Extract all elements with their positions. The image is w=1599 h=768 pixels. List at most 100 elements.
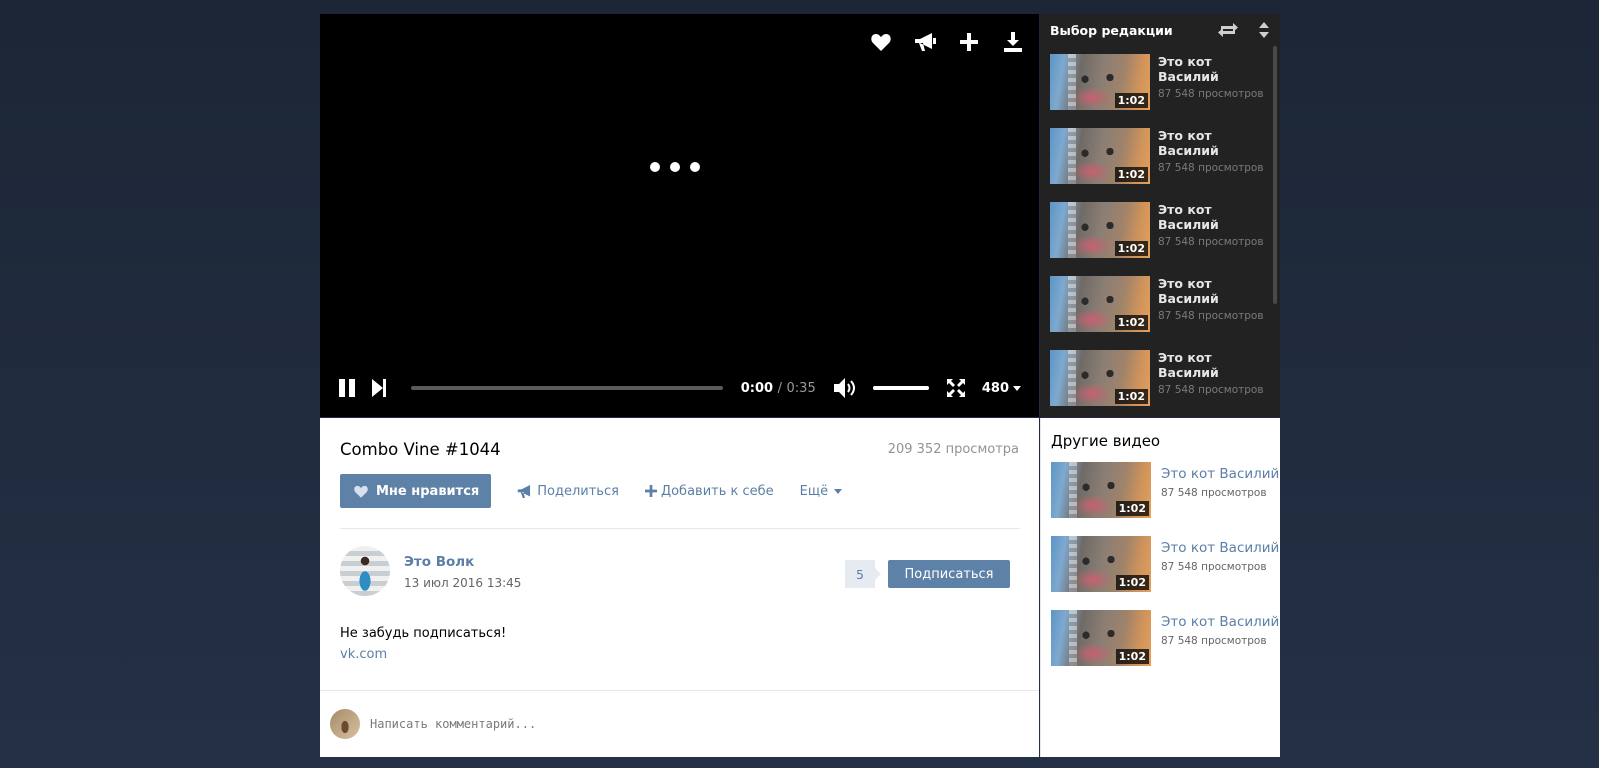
video-thumbnail: 1:02: [1050, 350, 1150, 406]
editor-pick-item[interactable]: 1:02 Это кот Василий 87 548 просмотров: [1050, 350, 1270, 408]
duration-badge: 1:02: [1115, 649, 1149, 664]
other-video-item[interactable]: 1:02 Это кот Василий 87 548 просмотров: [1051, 536, 1279, 592]
heart-icon[interactable]: [869, 30, 893, 54]
sort-icon[interactable]: [1258, 20, 1270, 40]
author-name[interactable]: Это Волк: [404, 554, 474, 570]
progress-bar[interactable]: [410, 386, 723, 390]
loading-dot: [690, 162, 700, 172]
description-link[interactable]: vk.com: [340, 647, 387, 662]
video-views: 87 548 просмотров: [1161, 487, 1267, 499]
video-thumbnail: 1:02: [1050, 54, 1150, 110]
video-player[interactable]: 0:00 / 0:35 480: [320, 14, 1039, 417]
video-views: 87 548 просмотров: [1158, 236, 1264, 248]
megaphone-icon[interactable]: [913, 30, 937, 54]
video-views: 87 548 просмотров: [1158, 88, 1264, 100]
like-label: Мне нравится: [376, 483, 480, 499]
video-views: 87 548 просмотров: [1158, 162, 1264, 174]
video-thumbnail: 1:02: [1051, 536, 1151, 592]
video-views: 87 548 просмотров: [1158, 310, 1264, 322]
share-label: Поделиться: [537, 483, 619, 499]
editor-pick-item[interactable]: 1:02 Это кот Василий 87 548 просмотров: [1050, 202, 1270, 260]
editor-pick-item[interactable]: 1:02 Это кот Василий 87 548 просмотров: [1050, 128, 1270, 186]
plus-icon: [644, 485, 657, 497]
volume-slider[interactable]: [872, 386, 929, 390]
more-button[interactable]: Ещё: [799, 483, 843, 499]
next-button[interactable]: [371, 378, 387, 398]
video-actions: Мне нравится Поделиться Добавить к себе …: [340, 474, 843, 508]
duration-badge: 1:02: [1115, 575, 1149, 590]
player-top-actions: [869, 30, 1025, 54]
video-title: Это кот Василий: [1158, 128, 1219, 158]
view-count: 209 352 просмотра: [887, 442, 1019, 457]
duration: 0:35: [786, 380, 816, 396]
download-icon[interactable]: [1001, 30, 1025, 54]
video-thumbnail: 1:02: [1050, 128, 1150, 184]
repeat-icon[interactable]: [1216, 20, 1240, 40]
add-label: Добавить к себе: [660, 483, 774, 499]
comment-bar: [320, 690, 1039, 757]
author-avatar[interactable]: [340, 546, 390, 596]
like-button[interactable]: Мне нравится: [340, 474, 492, 508]
editor-picks-title: Выбор редакции: [1050, 22, 1173, 38]
video-thumbnail: 1:02: [1050, 202, 1150, 258]
other-videos-panel: Другие видео 1:02 Это кот Василий 87 548 …: [1040, 418, 1280, 757]
video-thumbnail: 1:02: [1050, 276, 1150, 332]
video-modal: 0:00 / 0:35 480 Выбор редакции 1:02 Это …: [320, 14, 1280, 757]
video-title: Это кот Василий: [1158, 276, 1219, 306]
more-label: Ещё: [799, 483, 829, 499]
duration-badge: 1:02: [1114, 93, 1148, 108]
video-thumbnail: 1:02: [1051, 610, 1151, 666]
video-info-panel: Combo Vine #1044 209 352 просмотра Мне н…: [320, 418, 1039, 757]
comment-input[interactable]: [370, 717, 970, 731]
pause-button[interactable]: [338, 378, 355, 398]
duration-badge: 1:02: [1114, 389, 1148, 404]
share-button[interactable]: Поделиться: [517, 484, 619, 499]
loading-dot: [650, 162, 660, 172]
duration-badge: 1:02: [1114, 241, 1148, 256]
heart-icon: [354, 485, 368, 498]
avatar: [330, 709, 360, 739]
quality-selector[interactable]: 480: [982, 381, 1021, 396]
video-title: Это кот Василий: [1158, 350, 1219, 380]
video-title: Это кот Василий: [1161, 540, 1280, 556]
chevron-down-icon: [1013, 385, 1021, 391]
loading-indicator: [650, 162, 700, 172]
video-title: Это кот Василий: [1158, 54, 1219, 84]
video-title: Это кот Василий: [1161, 614, 1280, 630]
duration-badge: 1:02: [1115, 501, 1149, 516]
megaphone-icon: [518, 484, 531, 498]
editor-pick-item[interactable]: 1:02 Это кот Василий 87 548 просмотров: [1050, 54, 1270, 112]
video-views: 87 548 просмотров: [1158, 384, 1264, 396]
other-videos-title: Другие видео: [1051, 432, 1161, 450]
video-title: Это кот Василий: [1161, 466, 1280, 482]
other-video-item[interactable]: 1:02 Это кот Василий 87 548 просмотров: [1051, 610, 1279, 666]
video-views: 87 548 просмотров: [1161, 561, 1267, 573]
fullscreen-icon[interactable]: [947, 378, 966, 398]
video-views: 87 548 просмотров: [1161, 635, 1267, 647]
subscriber-count: 5: [845, 560, 881, 588]
subscribe-button[interactable]: Подписаться: [888, 560, 1010, 588]
time-separator: /: [777, 380, 782, 396]
chevron-down-icon: [834, 488, 843, 494]
plus-icon[interactable]: [957, 30, 981, 54]
video-title: Combo Vine #1044: [340, 440, 501, 459]
editor-picks-panel: Выбор редакции 1:02 Это кот Василий 87 54…: [1040, 14, 1280, 417]
current-time: 0:00: [740, 380, 774, 396]
scrollbar[interactable]: [1273, 46, 1277, 304]
time-display: 0:00 / 0:35: [741, 381, 816, 396]
divider: [340, 528, 1020, 529]
quality-label: 480: [981, 380, 1009, 396]
editor-picks-header: Выбор редакции: [1040, 14, 1280, 46]
volume-icon[interactable]: [833, 377, 858, 399]
player-controls: 0:00 / 0:35 480: [320, 359, 1039, 417]
loading-dot: [670, 162, 680, 172]
duration-badge: 1:02: [1114, 167, 1148, 182]
video-description: Не забудь подписаться!: [340, 626, 507, 641]
publish-date: 13 июл 2016 13:45: [404, 576, 522, 590]
add-to-library-button[interactable]: Добавить к себе: [644, 483, 774, 499]
other-video-item[interactable]: 1:02 Это кот Василий 87 548 просмотров: [1051, 462, 1279, 518]
volume-fill: [872, 386, 929, 390]
video-thumbnail: 1:02: [1051, 462, 1151, 518]
editor-pick-item[interactable]: 1:02 Это кот Василий 87 548 просмотров: [1050, 276, 1270, 334]
duration-badge: 1:02: [1114, 315, 1148, 330]
